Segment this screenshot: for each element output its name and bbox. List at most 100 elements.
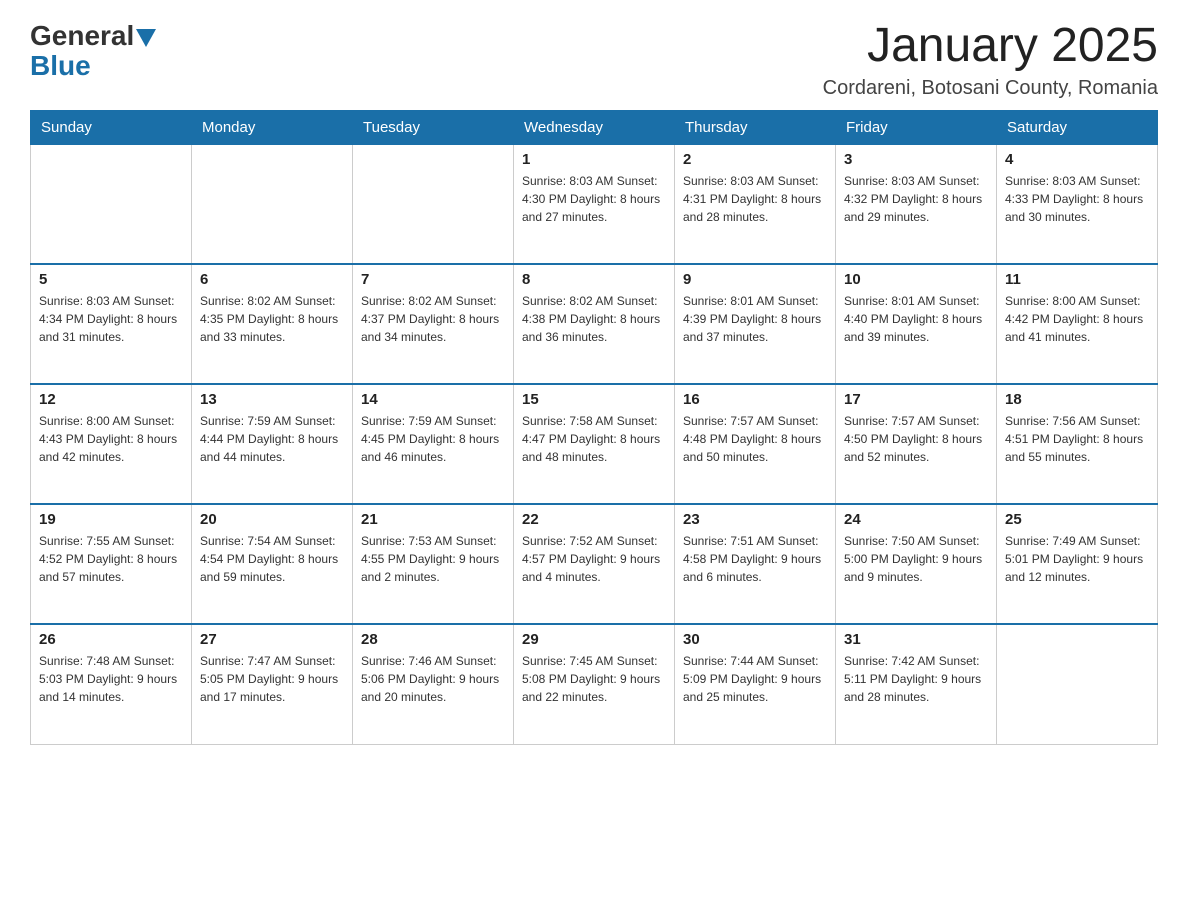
calendar-cell: 17 Sunrise: 7:57 AM Sunset: 4:50 PM Dayli…	[836, 384, 997, 504]
day-number: 26	[39, 631, 183, 648]
calendar-cell: 18 Sunrise: 7:56 AM Sunset: 4:51 PM Dayli…	[997, 384, 1158, 504]
calendar-cell: 12Sunrise: 8:00 AM Sunset: 4:43 PM Dayli…	[31, 384, 192, 504]
calendar-cell: 16 Sunrise: 7:57 AM Sunset: 4:48 PM Dayli…	[675, 384, 836, 504]
calendar-table: SundayMondayTuesdayWednesdayThursdayFrid…	[30, 110, 1158, 745]
day-info: Sunrise: 7:59 AM Sunset: 4:45 PM Dayligh…	[361, 412, 505, 466]
day-info: Sunrise: 8:03 AM Sunset: 4:33 PM Dayligh…	[1005, 172, 1149, 226]
calendar-cell: 29 Sunrise: 7:45 AM Sunset: 5:08 PM Dayli…	[514, 624, 675, 744]
day-info: Sunrise: 7:55 AM Sunset: 4:52 PM Dayligh…	[39, 532, 183, 586]
calendar-cell: 4 Sunrise: 8:03 AM Sunset: 4:33 PM Daylig…	[997, 144, 1158, 264]
calendar-cell	[192, 144, 353, 264]
calendar-cell: 13Sunrise: 7:59 AM Sunset: 4:44 PM Dayli…	[192, 384, 353, 504]
calendar-cell: 15 Sunrise: 7:58 AM Sunset: 4:47 PM Dayli…	[514, 384, 675, 504]
day-info: Sunrise: 7:58 AM Sunset: 4:47 PM Dayligh…	[522, 412, 666, 466]
calendar-cell: 20 Sunrise: 7:54 AM Sunset: 4:54 PM Dayli…	[192, 504, 353, 624]
weekday-header-monday: Monday	[192, 110, 353, 144]
calendar-cell	[997, 624, 1158, 744]
day-info: Sunrise: 8:03 AM Sunset: 4:32 PM Dayligh…	[844, 172, 988, 226]
day-info: Sunrise: 8:02 AM Sunset: 4:35 PM Dayligh…	[200, 292, 344, 346]
day-number: 20	[200, 511, 344, 528]
day-info: Sunrise: 7:49 AM Sunset: 5:01 PM Dayligh…	[1005, 532, 1149, 586]
day-info: Sunrise: 8:03 AM Sunset: 4:34 PM Dayligh…	[39, 292, 183, 346]
day-number: 1	[522, 151, 666, 168]
day-info: Sunrise: 7:51 AM Sunset: 4:58 PM Dayligh…	[683, 532, 827, 586]
day-info: Sunrise: 8:02 AM Sunset: 4:38 PM Dayligh…	[522, 292, 666, 346]
weekday-header-friday: Friday	[836, 110, 997, 144]
day-info: Sunrise: 7:57 AM Sunset: 4:48 PM Dayligh…	[683, 412, 827, 466]
day-number: 18	[1005, 391, 1149, 408]
day-number: 23	[683, 511, 827, 528]
day-info: Sunrise: 7:54 AM Sunset: 4:54 PM Dayligh…	[200, 532, 344, 586]
calendar-cell: 14 Sunrise: 7:59 AM Sunset: 4:45 PM Dayli…	[353, 384, 514, 504]
logo-general-text: General	[30, 20, 134, 52]
calendar-cell: 10 Sunrise: 8:01 AM Sunset: 4:40 PM Dayli…	[836, 264, 997, 384]
calendar-cell	[353, 144, 514, 264]
calendar-week-row: 1Sunrise: 8:03 AM Sunset: 4:30 PM Daylig…	[31, 144, 1158, 264]
day-info: Sunrise: 8:00 AM Sunset: 4:42 PM Dayligh…	[1005, 292, 1149, 346]
day-number: 31	[844, 631, 988, 648]
calendar-cell: 30 Sunrise: 7:44 AM Sunset: 5:09 PM Dayli…	[675, 624, 836, 744]
day-number: 21	[361, 511, 505, 528]
day-number: 15	[522, 391, 666, 408]
day-info: Sunrise: 8:01 AM Sunset: 4:40 PM Dayligh…	[844, 292, 988, 346]
day-info: Sunrise: 7:42 AM Sunset: 5:11 PM Dayligh…	[844, 652, 988, 706]
calendar-cell: 27Sunrise: 7:47 AM Sunset: 5:05 PM Dayli…	[192, 624, 353, 744]
day-number: 19	[39, 511, 183, 528]
calendar-cell: 11Sunrise: 8:00 AM Sunset: 4:42 PM Dayli…	[997, 264, 1158, 384]
day-info: Sunrise: 8:02 AM Sunset: 4:37 PM Dayligh…	[361, 292, 505, 346]
day-number: 30	[683, 631, 827, 648]
day-info: Sunrise: 7:46 AM Sunset: 5:06 PM Dayligh…	[361, 652, 505, 706]
day-number: 16	[683, 391, 827, 408]
calendar-week-row: 12Sunrise: 8:00 AM Sunset: 4:43 PM Dayli…	[31, 384, 1158, 504]
location-subtitle: Cordareni, Botosani County, Romania	[823, 77, 1158, 100]
day-number: 2	[683, 151, 827, 168]
calendar-cell: 7 Sunrise: 8:02 AM Sunset: 4:37 PM Daylig…	[353, 264, 514, 384]
calendar-cell: 26Sunrise: 7:48 AM Sunset: 5:03 PM Dayli…	[31, 624, 192, 744]
day-number: 3	[844, 151, 988, 168]
day-number: 4	[1005, 151, 1149, 168]
day-info: Sunrise: 7:45 AM Sunset: 5:08 PM Dayligh…	[522, 652, 666, 706]
day-number: 10	[844, 271, 988, 288]
calendar-cell: 24Sunrise: 7:50 AM Sunset: 5:00 PM Dayli…	[836, 504, 997, 624]
calendar-cell: 31 Sunrise: 7:42 AM Sunset: 5:11 PM Dayli…	[836, 624, 997, 744]
calendar-cell: 21 Sunrise: 7:53 AM Sunset: 4:55 PM Dayli…	[353, 504, 514, 624]
calendar-cell: 28Sunrise: 7:46 AM Sunset: 5:06 PM Dayli…	[353, 624, 514, 744]
logo-blue-text: Blue	[30, 50, 91, 82]
day-info: Sunrise: 7:59 AM Sunset: 4:44 PM Dayligh…	[200, 412, 344, 466]
calendar-cell: 3 Sunrise: 8:03 AM Sunset: 4:32 PM Daylig…	[836, 144, 997, 264]
calendar-cell: 22 Sunrise: 7:52 AM Sunset: 4:57 PM Dayli…	[514, 504, 675, 624]
calendar-cell: 19 Sunrise: 7:55 AM Sunset: 4:52 PM Dayli…	[31, 504, 192, 624]
day-number: 17	[844, 391, 988, 408]
weekday-header-thursday: Thursday	[675, 110, 836, 144]
calendar-cell	[31, 144, 192, 264]
calendar-cell: 1Sunrise: 8:03 AM Sunset: 4:30 PM Daylig…	[514, 144, 675, 264]
day-number: 12	[39, 391, 183, 408]
calendar-cell: 25Sunrise: 7:49 AM Sunset: 5:01 PM Dayli…	[997, 504, 1158, 624]
day-number: 14	[361, 391, 505, 408]
calendar-cell: 2Sunrise: 8:03 AM Sunset: 4:31 PM Daylig…	[675, 144, 836, 264]
weekday-header-sunday: Sunday	[31, 110, 192, 144]
day-number: 29	[522, 631, 666, 648]
day-number: 8	[522, 271, 666, 288]
calendar-cell: 23 Sunrise: 7:51 AM Sunset: 4:58 PM Dayli…	[675, 504, 836, 624]
day-info: Sunrise: 7:57 AM Sunset: 4:50 PM Dayligh…	[844, 412, 988, 466]
calendar-week-row: 26Sunrise: 7:48 AM Sunset: 5:03 PM Dayli…	[31, 624, 1158, 744]
calendar-cell: 6Sunrise: 8:02 AM Sunset: 4:35 PM Daylig…	[192, 264, 353, 384]
day-info: Sunrise: 7:56 AM Sunset: 4:51 PM Dayligh…	[1005, 412, 1149, 466]
day-number: 7	[361, 271, 505, 288]
calendar-week-row: 19 Sunrise: 7:55 AM Sunset: 4:52 PM Dayli…	[31, 504, 1158, 624]
day-number: 22	[522, 511, 666, 528]
day-info: Sunrise: 7:52 AM Sunset: 4:57 PM Dayligh…	[522, 532, 666, 586]
month-title: January 2025	[823, 20, 1158, 73]
day-number: 5	[39, 271, 183, 288]
weekday-header-wednesday: Wednesday	[514, 110, 675, 144]
page-header: General Blue January 2025 Cordareni, Bot…	[30, 20, 1158, 100]
title-section: January 2025 Cordareni, Botosani County,…	[823, 20, 1158, 100]
weekday-header-saturday: Saturday	[997, 110, 1158, 144]
day-info: Sunrise: 8:01 AM Sunset: 4:39 PM Dayligh…	[683, 292, 827, 346]
weekday-header-row: SundayMondayTuesdayWednesdayThursdayFrid…	[31, 110, 1158, 144]
calendar-cell: 5 Sunrise: 8:03 AM Sunset: 4:34 PM Daylig…	[31, 264, 192, 384]
day-number: 24	[844, 511, 988, 528]
day-info: Sunrise: 7:44 AM Sunset: 5:09 PM Dayligh…	[683, 652, 827, 706]
day-info: Sunrise: 7:53 AM Sunset: 4:55 PM Dayligh…	[361, 532, 505, 586]
